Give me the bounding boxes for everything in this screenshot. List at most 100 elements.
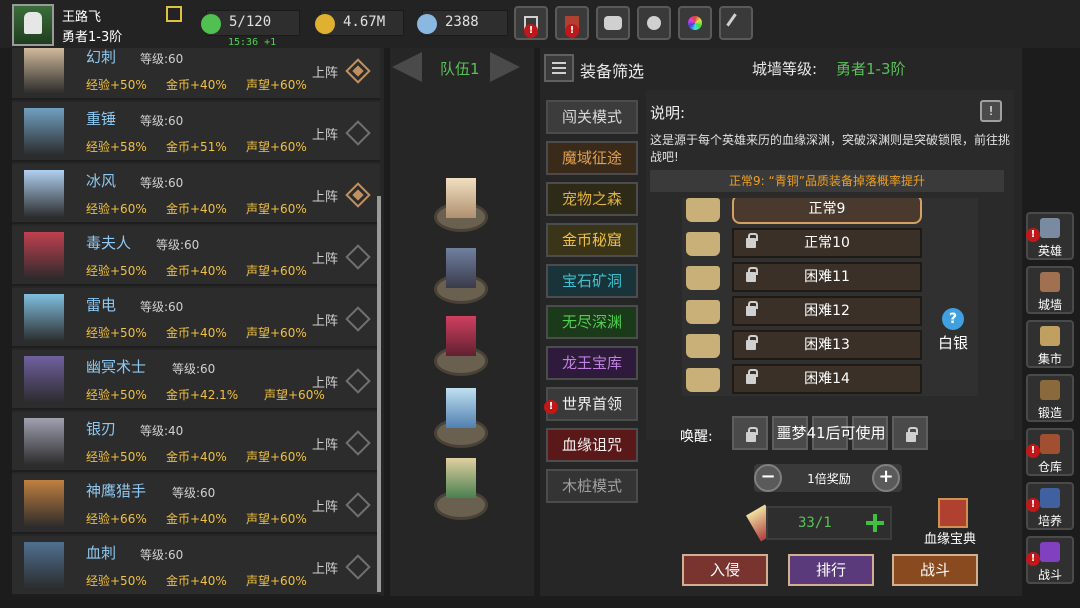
deploy-toggle-icon[interactable]: [345, 492, 371, 518]
ranking-button[interactable]: 排行: [788, 554, 874, 586]
level-row[interactable]: 困难11: [682, 260, 978, 294]
sidebar-item[interactable]: 集市: [1026, 320, 1074, 368]
question-icon[interactable]: ?: [942, 308, 964, 330]
deploy-label[interactable]: 上阵: [312, 124, 338, 143]
level-button[interactable]: 正常10: [732, 228, 922, 258]
level-button[interactable]: 正常9: [732, 198, 922, 224]
codex-label[interactable]: 血缘宝典: [924, 528, 976, 547]
hero-row[interactable]: 雷电 等级:60 经验+50% 金币+40% 声望+60% 上阵: [12, 288, 380, 348]
equipment-filter-button[interactable]: [544, 54, 574, 82]
deploy-label[interactable]: 上阵: [312, 310, 338, 329]
map-button[interactable]: !: [555, 6, 589, 40]
deploy-toggle-icon[interactable]: [345, 182, 371, 208]
deploy-label[interactable]: 上阵: [312, 434, 338, 453]
level-button[interactable]: 困难11: [732, 262, 922, 292]
awaken-slot-1[interactable]: [732, 416, 768, 450]
codex-book-icon[interactable]: [938, 498, 968, 528]
hero-gold-bonus: 金币+42.1%: [166, 388, 239, 402]
hero-row[interactable]: 血刺 等级:60 经验+50% 金币+40% 声望+60% 上阵: [12, 536, 380, 596]
level-row[interactable]: 困难14: [682, 362, 978, 396]
hero-row[interactable]: 幻刺 等级:60 经验+50% 金币+40% 声望+60% 上阵: [12, 48, 380, 100]
mode-button[interactable]: 龙王宝库: [546, 346, 638, 380]
level-list[interactable]: 正常9 正常10 困难11 困难12 困难13 困难14: [682, 198, 978, 396]
hero-name: 血刺: [86, 544, 117, 562]
add-ticket-icon[interactable]: [866, 514, 884, 532]
deploy-toggle-icon[interactable]: [345, 430, 371, 456]
deploy-label[interactable]: 上阵: [312, 372, 338, 391]
level-row[interactable]: 正常10: [682, 226, 978, 260]
deploy-label[interactable]: 上阵: [312, 186, 338, 205]
player-avatar[interactable]: [12, 4, 54, 46]
next-team-arrow-icon[interactable]: [490, 52, 520, 82]
hero-portrait[interactable]: [24, 170, 64, 218]
level-button[interactable]: 困难13: [732, 330, 922, 360]
hero-portrait[interactable]: [24, 232, 64, 280]
awaken-slot-5[interactable]: [892, 416, 928, 450]
hero-portrait[interactable]: [24, 418, 64, 466]
level-row[interactable]: 困难12: [682, 294, 978, 328]
team-hero-sprite[interactable]: [446, 178, 476, 218]
battle-button[interactable]: 战斗: [892, 554, 978, 586]
mode-button[interactable]: 金币秘窟: [546, 223, 638, 257]
hero-row[interactable]: 幽冥术士 等级:60 经验+50% 金币+42.1% 声望+60% 上阵: [12, 350, 380, 410]
sidebar-item[interactable]: 城墙: [1026, 266, 1074, 314]
decrease-multiplier-button[interactable]: −: [754, 464, 782, 492]
hero-row[interactable]: 重锤 等级:60 经验+58% 金币+51% 声望+60% 上阵: [12, 102, 380, 162]
gamepad-button[interactable]: [596, 6, 630, 40]
mode-button[interactable]: 世界首领: [546, 387, 638, 421]
level-button[interactable]: 困难14: [732, 364, 922, 394]
team-hero-sprite[interactable]: [446, 316, 476, 356]
mode-button[interactable]: 宝石矿洞: [546, 264, 638, 298]
team-hero-sprite[interactable]: [446, 458, 476, 498]
sidebar-item[interactable]: 战斗 !: [1026, 536, 1074, 584]
hero-row[interactable]: 神鹰猎手 等级:60 经验+66% 金币+40% 声望+60% 上阵: [12, 474, 380, 534]
deploy-toggle-icon[interactable]: [345, 58, 371, 84]
mode-button[interactable]: 血缘诅咒: [546, 428, 638, 462]
edit-name-icon[interactable]: [166, 6, 182, 22]
deploy-toggle-icon[interactable]: [345, 244, 371, 270]
deploy-label[interactable]: 上阵: [312, 558, 338, 577]
sidebar-item[interactable]: 仓库 !: [1026, 428, 1074, 476]
mode-button[interactable]: 闯关模式: [546, 100, 638, 134]
hero-row[interactable]: 银刃 等级:40 经验+50% 金币+40% 声望+60% 上阵: [12, 412, 380, 472]
color-button[interactable]: [678, 6, 712, 40]
mode-button[interactable]: 无尽深渊: [546, 305, 638, 339]
level-row[interactable]: 正常9: [682, 198, 978, 226]
hero-row[interactable]: 毒夫人 等级:60 经验+50% 金币+40% 声望+60% 上阵: [12, 226, 380, 286]
shop-button[interactable]: !: [514, 6, 548, 40]
team-hero-sprite[interactable]: [446, 248, 476, 288]
hero-portrait[interactable]: [24, 294, 64, 342]
help-icon[interactable]: !: [980, 100, 1002, 122]
team-hero-sprite[interactable]: [446, 388, 476, 428]
hero-portrait[interactable]: [24, 356, 64, 404]
gem-icon: [417, 14, 437, 34]
hero-portrait[interactable]: [24, 48, 64, 94]
feather-button[interactable]: [719, 6, 753, 40]
settings-button[interactable]: [637, 6, 671, 40]
hero-list[interactable]: 幻刺 等级:60 经验+50% 金币+40% 声望+60% 上阵 重锤 等级:6…: [12, 48, 384, 596]
mode-button[interactable]: 木桩模式: [546, 469, 638, 503]
deploy-toggle-icon[interactable]: [345, 120, 371, 146]
deploy-label[interactable]: 上阵: [312, 248, 338, 267]
invade-button[interactable]: 入侵: [682, 554, 768, 586]
hero-row[interactable]: 冰风 等级:60 经验+60% 金币+40% 声望+60% 上阵: [12, 164, 380, 224]
hero-portrait[interactable]: [24, 542, 64, 590]
prev-team-arrow-icon[interactable]: [392, 52, 422, 82]
deploy-toggle-icon[interactable]: [345, 306, 371, 332]
hero-list-scrollbar[interactable]: [377, 196, 381, 592]
level-row[interactable]: 困难13: [682, 328, 978, 362]
description-text: 这是源于每个英雄来历的血缘深渊，突破深渊则是突破锁限，前往挑战吧!: [650, 133, 1011, 164]
sidebar-item[interactable]: 英雄 !: [1026, 212, 1074, 260]
sidebar-item[interactable]: 培养 !: [1026, 482, 1074, 530]
hero-portrait[interactable]: [24, 108, 64, 156]
mode-button[interactable]: 宠物之森: [546, 182, 638, 216]
hero-portrait[interactable]: [24, 480, 64, 528]
mode-button[interactable]: 魔域征途: [546, 141, 638, 175]
deploy-label[interactable]: 上阵: [312, 62, 338, 81]
sidebar-item[interactable]: 锻造: [1026, 374, 1074, 422]
increase-multiplier-button[interactable]: +: [872, 464, 900, 492]
deploy-label[interactable]: 上阵: [312, 496, 338, 515]
deploy-toggle-icon[interactable]: [345, 368, 371, 394]
level-button[interactable]: 困难12: [732, 296, 922, 326]
deploy-toggle-icon[interactable]: [345, 554, 371, 580]
